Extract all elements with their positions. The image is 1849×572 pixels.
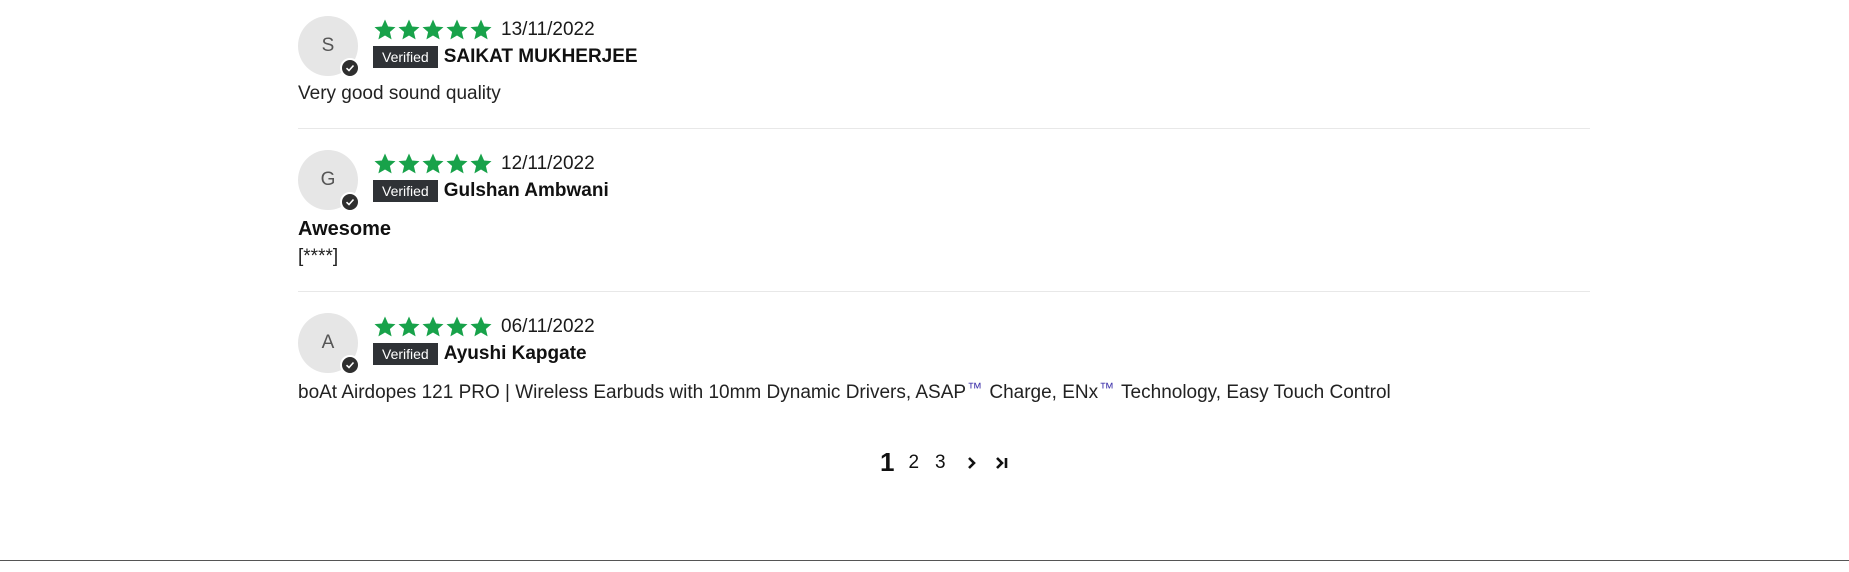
reviewer-name: Gulshan Ambwani <box>443 180 609 201</box>
review-date: 13/11/2022 <box>501 19 595 40</box>
review-title: Awesome <box>298 218 392 240</box>
star-icon <box>446 153 468 174</box>
verified-badge: Verified <box>373 46 438 68</box>
page-current[interactable]: 1 <box>880 447 894 478</box>
star-icon <box>422 19 444 40</box>
verified-badge: Verified <box>373 343 438 365</box>
avatar: S <box>298 16 360 78</box>
star-icon <box>398 19 420 40</box>
star-icon <box>446 19 468 40</box>
verified-badge: Verified <box>373 180 438 202</box>
star-icon <box>470 19 492 40</box>
chevron-right-icon[interactable] <box>962 453 982 473</box>
pagination: 1 2 3 <box>880 447 1022 478</box>
star-icon <box>422 316 444 337</box>
page-link[interactable]: 2 <box>908 452 919 474</box>
reviewer-name: Ayushi Kapgate <box>443 343 587 364</box>
star-rating <box>373 315 493 339</box>
page-link[interactable]: 3 <box>935 452 946 474</box>
star-icon <box>374 153 396 174</box>
last-page-icon[interactable] <box>992 453 1012 473</box>
review-body-text: Technology, Easy Touch Control <box>1116 382 1391 403</box>
star-rating <box>373 18 493 42</box>
star-icon <box>446 316 468 337</box>
check-icon <box>340 192 360 212</box>
review-body: boAt Airdopes 121 PRO | Wireless Earbuds… <box>298 380 1391 404</box>
check-icon <box>340 355 360 375</box>
check-icon <box>340 58 360 78</box>
review-body-text: boAt Airdopes 121 PRO | Wireless Earbuds… <box>298 382 967 403</box>
star-icon <box>470 316 492 337</box>
review-body-text: Charge, ENx <box>984 382 1099 403</box>
star-icon <box>374 316 396 337</box>
reviewer-name: SAIKAT MUKHERJEE <box>443 46 638 67</box>
star-icon <box>398 316 420 337</box>
review-date: 12/11/2022 <box>501 153 595 174</box>
star-rating <box>373 152 493 176</box>
review-item: A 06/11/2022 Verified Ayushi Kapgate boA… <box>298 292 1590 422</box>
review-date: 06/11/2022 <box>501 316 595 337</box>
review-item: S 13/11/2022 Verified SAIKAT MUKHERJEE V… <box>298 0 1590 129</box>
star-icon <box>422 153 444 174</box>
trademark-symbol: ™ <box>1099 380 1115 397</box>
avatar-initial: S <box>321 35 335 56</box>
review-body: [****] <box>298 246 339 267</box>
avatar-initial: A <box>321 332 335 353</box>
reviews-list: S 13/11/2022 Verified SAIKAT MUKHERJEE V… <box>298 0 1590 422</box>
trademark-symbol: ™ <box>967 380 983 397</box>
star-icon <box>470 153 492 174</box>
avatar: G <box>298 150 360 212</box>
star-icon <box>374 19 396 40</box>
review-body: Very good sound quality <box>298 83 501 104</box>
review-item: G 12/11/2022 Verified Gulshan Ambwani Aw… <box>298 129 1590 292</box>
avatar-initial: G <box>320 169 336 190</box>
avatar: A <box>298 313 360 375</box>
footer-divider <box>0 560 1849 561</box>
star-icon <box>398 153 420 174</box>
